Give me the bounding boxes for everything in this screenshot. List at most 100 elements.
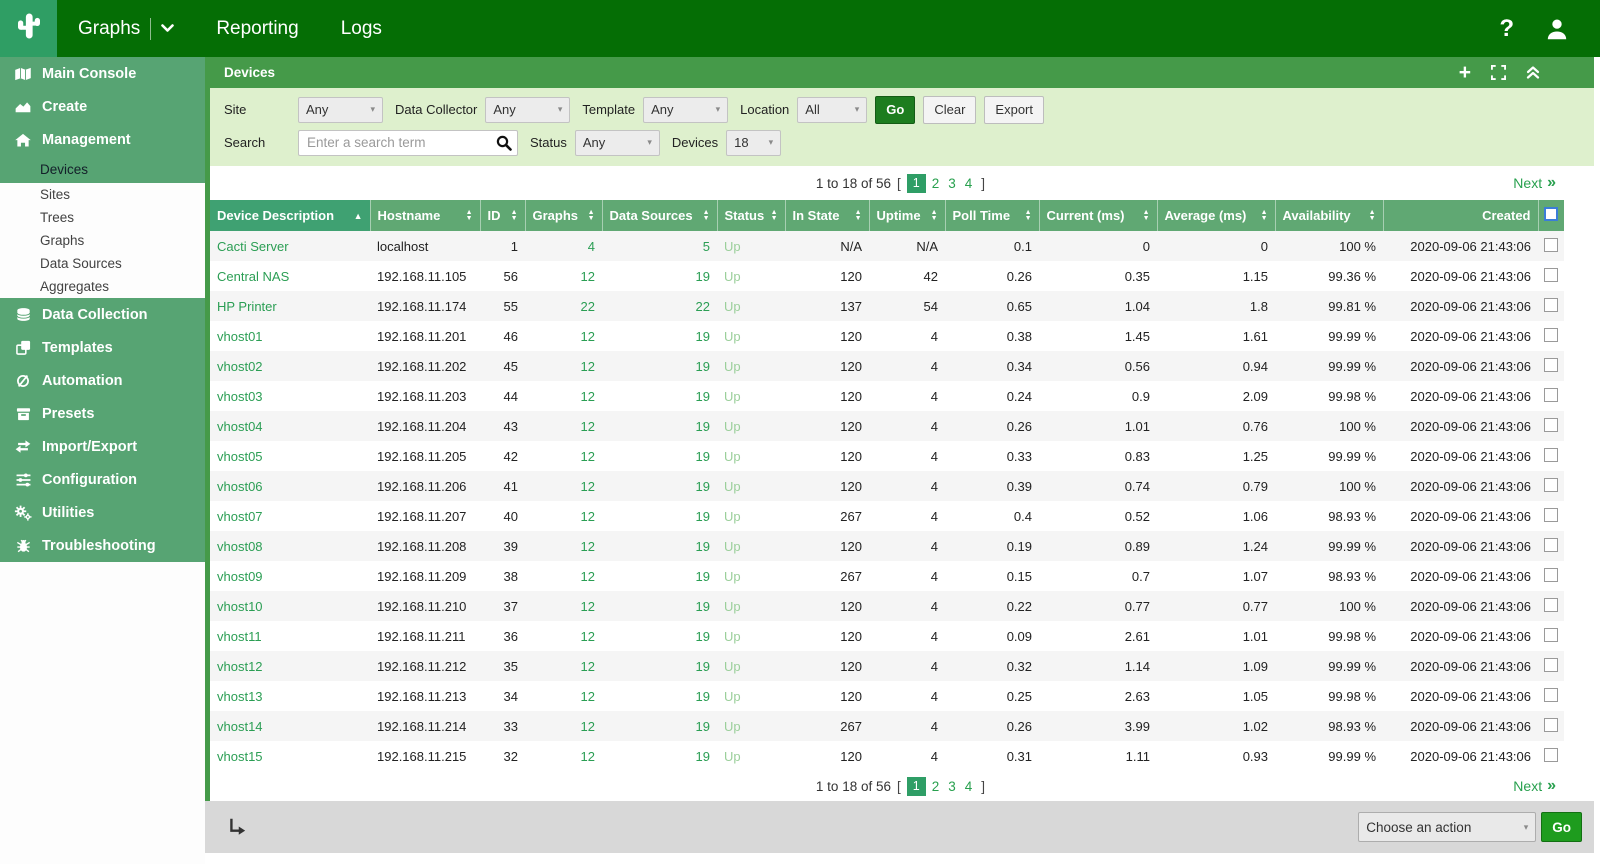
row-checkbox[interactable] bbox=[1544, 388, 1558, 402]
description-link[interactable]: vhost13 bbox=[217, 689, 263, 704]
next-page-link[interactable]: Next » bbox=[1513, 777, 1556, 795]
description-link[interactable]: vhost07 bbox=[217, 509, 263, 524]
sidebar-item-automation[interactable]: Automation bbox=[0, 364, 205, 397]
next-page-link[interactable]: Next » bbox=[1513, 174, 1556, 192]
description-link[interactable]: vhost08 bbox=[217, 539, 263, 554]
data_sources-link[interactable]: 19 bbox=[696, 689, 710, 704]
graphs-link[interactable]: 12 bbox=[581, 539, 595, 554]
row-checkbox[interactable] bbox=[1544, 298, 1558, 312]
sidebar-item-sites[interactable]: Sites bbox=[0, 183, 205, 206]
row-checkbox[interactable] bbox=[1544, 628, 1558, 642]
site-select[interactable]: Any ▾ bbox=[298, 97, 383, 123]
data_sources-link[interactable]: 19 bbox=[696, 449, 710, 464]
row-checkbox[interactable] bbox=[1544, 328, 1558, 342]
row-checkbox[interactable] bbox=[1544, 658, 1558, 672]
row-checkbox[interactable] bbox=[1544, 748, 1558, 762]
description-link[interactable]: vhost05 bbox=[217, 449, 263, 464]
description-link[interactable]: vhost03 bbox=[217, 389, 263, 404]
row-checkbox[interactable] bbox=[1544, 538, 1558, 552]
column-header-average_ms[interactable]: Average (ms)▲▼ bbox=[1157, 200, 1275, 231]
description-link[interactable]: vhost11 bbox=[217, 629, 262, 644]
location-select[interactable]: All ▾ bbox=[797, 97, 867, 123]
row-checkbox[interactable] bbox=[1544, 418, 1558, 432]
data_sources-link[interactable]: 19 bbox=[696, 479, 710, 494]
status-select[interactable]: Any ▾ bbox=[575, 130, 660, 156]
page-2-link[interactable]: 2 bbox=[932, 779, 940, 794]
sidebar-item-management[interactable]: Management bbox=[0, 123, 205, 156]
page-1-current[interactable]: 1 bbox=[907, 777, 926, 796]
description-link[interactable]: vhost04 bbox=[217, 419, 263, 434]
page-2-link[interactable]: 2 bbox=[932, 176, 940, 191]
data_sources-link[interactable]: 19 bbox=[696, 749, 710, 764]
graphs-link[interactable]: 12 bbox=[581, 659, 595, 674]
select-all-checkbox[interactable] bbox=[1544, 207, 1558, 221]
description-link[interactable]: vhost12 bbox=[217, 659, 263, 674]
sidebar-item-troubleshooting[interactable]: Troubleshooting bbox=[0, 529, 205, 562]
column-header-uptime[interactable]: Uptime▲▼ bbox=[869, 200, 945, 231]
graphs-link[interactable]: 12 bbox=[581, 629, 595, 644]
graphs-link[interactable]: 12 bbox=[581, 419, 595, 434]
column-header-status[interactable]: Status▲▼ bbox=[717, 200, 785, 231]
data_sources-link[interactable]: 19 bbox=[696, 509, 710, 524]
description-link[interactable]: vhost09 bbox=[217, 569, 263, 584]
column-header-in_state[interactable]: In State▲▼ bbox=[785, 200, 869, 231]
page-4-link[interactable]: 4 bbox=[965, 779, 973, 794]
row-checkbox[interactable] bbox=[1544, 358, 1558, 372]
sidebar-item-create[interactable]: Create bbox=[0, 90, 205, 123]
data-collector-select[interactable]: Any ▾ bbox=[485, 97, 570, 123]
data_sources-link[interactable]: 19 bbox=[696, 569, 710, 584]
tab-graphs[interactable]: Graphs bbox=[57, 0, 195, 57]
column-header-current_ms[interactable]: Current (ms)▲▼ bbox=[1039, 200, 1157, 231]
graphs-link[interactable]: 12 bbox=[581, 269, 595, 284]
search-input[interactable] bbox=[298, 130, 518, 156]
description-link[interactable]: vhost06 bbox=[217, 479, 263, 494]
row-checkbox[interactable] bbox=[1544, 508, 1558, 522]
row-checkbox[interactable] bbox=[1544, 268, 1558, 282]
sidebar-item-data-collection[interactable]: Data Collection bbox=[0, 298, 205, 331]
data_sources-link[interactable]: 19 bbox=[696, 629, 710, 644]
search-icon[interactable] bbox=[496, 135, 512, 154]
data_sources-link[interactable]: 19 bbox=[696, 599, 710, 614]
graphs-link[interactable]: 12 bbox=[581, 569, 595, 584]
chevron-down-icon[interactable] bbox=[161, 24, 174, 33]
cacti-logo[interactable] bbox=[0, 0, 57, 57]
description-link[interactable]: vhost15 bbox=[217, 749, 263, 764]
column-header-description[interactable]: Device Description▲ bbox=[210, 200, 370, 231]
description-link[interactable]: vhost01 bbox=[217, 329, 263, 344]
sidebar-item-data-sources[interactable]: Data Sources bbox=[0, 252, 205, 275]
graphs-link[interactable]: 12 bbox=[581, 719, 595, 734]
description-link[interactable]: vhost14 bbox=[217, 719, 263, 734]
sidebar-item-templates[interactable]: Templates bbox=[0, 331, 205, 364]
column-header-hostname[interactable]: Hostname▲▼ bbox=[370, 200, 480, 231]
page-3-link[interactable]: 3 bbox=[948, 779, 956, 794]
row-checkbox[interactable] bbox=[1544, 448, 1558, 462]
graphs-link[interactable]: 12 bbox=[581, 329, 595, 344]
description-link[interactable]: Central NAS bbox=[217, 269, 289, 284]
column-header-id[interactable]: ID▲▼ bbox=[480, 200, 525, 231]
sidebar-item-aggregates[interactable]: Aggregates bbox=[0, 275, 205, 298]
graphs-link[interactable]: 12 bbox=[581, 599, 595, 614]
tab-logs[interactable]: Logs bbox=[320, 0, 403, 57]
sidebar-item-import-export[interactable]: Import/Export bbox=[0, 430, 205, 463]
template-select[interactable]: Any ▾ bbox=[643, 97, 728, 123]
data_sources-link[interactable]: 19 bbox=[696, 419, 710, 434]
data_sources-link[interactable]: 19 bbox=[696, 659, 710, 674]
row-checkbox[interactable] bbox=[1544, 238, 1558, 252]
clear-button[interactable]: Clear bbox=[923, 96, 976, 124]
data_sources-link[interactable]: 5 bbox=[703, 239, 710, 254]
data_sources-link[interactable]: 19 bbox=[696, 269, 710, 284]
graphs-link[interactable]: 12 bbox=[581, 509, 595, 524]
data_sources-link[interactable]: 19 bbox=[696, 539, 710, 554]
sidebar-item-main-console[interactable]: Main Console bbox=[0, 57, 205, 90]
action-go-button[interactable]: Go bbox=[1541, 812, 1582, 842]
sidebar-item-graphs[interactable]: Graphs bbox=[0, 229, 205, 252]
graphs-link[interactable]: 12 bbox=[581, 749, 595, 764]
graphs-link[interactable]: 4 bbox=[588, 239, 595, 254]
fullscreen-icon[interactable] bbox=[1491, 65, 1506, 80]
column-header-data_sources[interactable]: Data Sources▲▼ bbox=[602, 200, 717, 231]
column-header-poll_time[interactable]: Poll Time▲▼ bbox=[945, 200, 1039, 231]
description-link[interactable]: Cacti Server bbox=[217, 239, 289, 254]
description-link[interactable]: HP Printer bbox=[217, 299, 277, 314]
row-checkbox[interactable] bbox=[1544, 688, 1558, 702]
description-link[interactable]: vhost02 bbox=[217, 359, 263, 374]
